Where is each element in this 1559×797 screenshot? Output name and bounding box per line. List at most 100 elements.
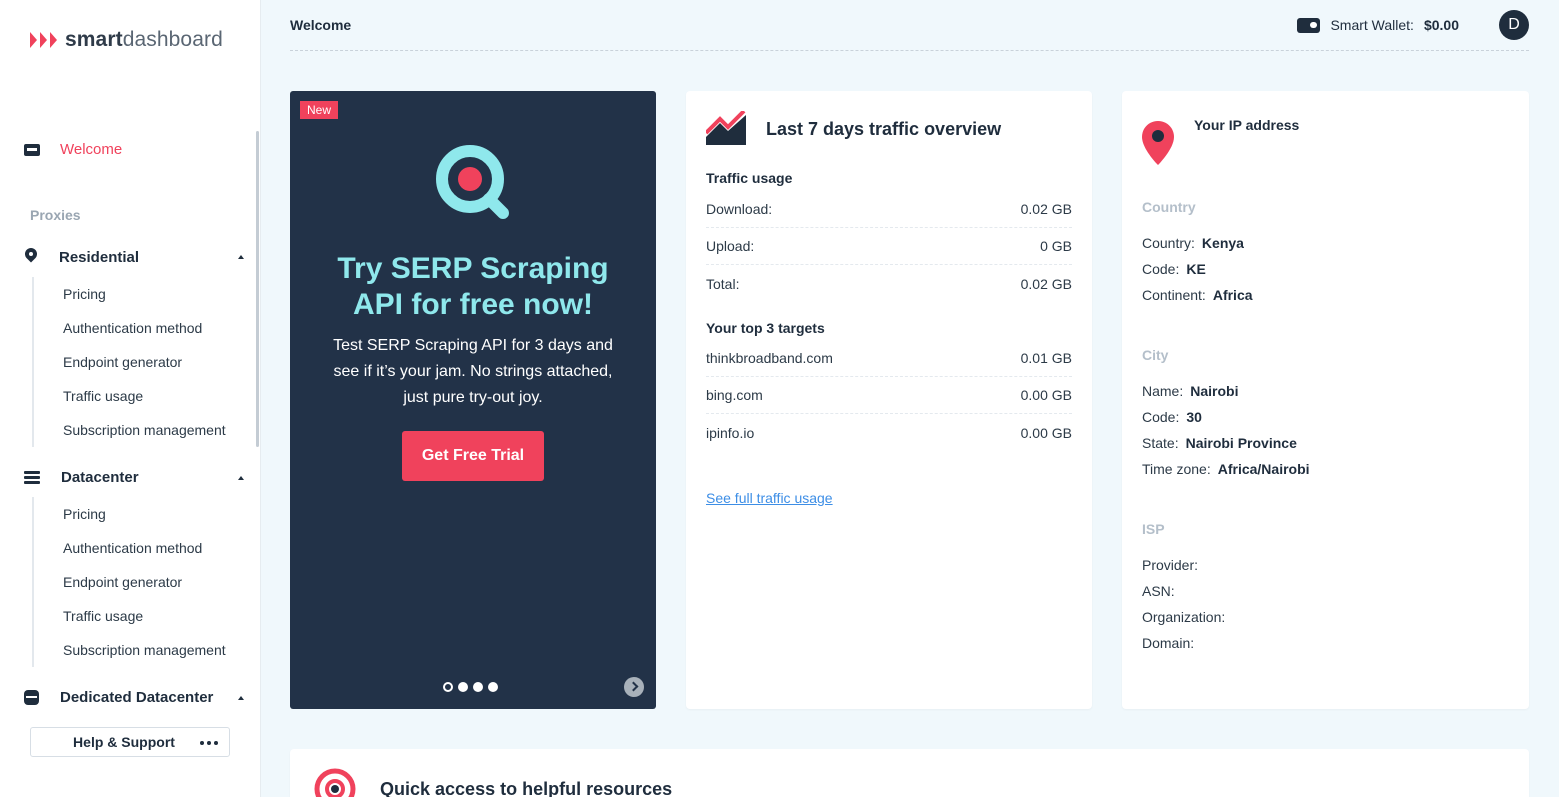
more-options-icon[interactable] bbox=[200, 741, 218, 745]
ip-timezone-row: Time zone: Africa/Nairobi bbox=[1142, 461, 1310, 477]
row-value: 0.02 GB bbox=[1020, 275, 1072, 292]
list-item: thinkbroadband.com 0.01 GB bbox=[706, 340, 1072, 377]
traffic-card-title: Last 7 days traffic overview bbox=[766, 119, 1002, 139]
caret-up-icon bbox=[238, 475, 244, 480]
row-label: Time zone: bbox=[1142, 461, 1211, 477]
carousel-dot[interactable] bbox=[443, 682, 453, 692]
ip-domain-row: Domain: bbox=[1142, 635, 1201, 651]
quick-access-card: Quick access to helpful resources bbox=[290, 749, 1529, 797]
top-targets-heading: Your top 3 targets bbox=[706, 320, 825, 336]
row-value: Nairobi bbox=[1190, 383, 1239, 399]
ip-country-row: Country: Kenya bbox=[1142, 235, 1244, 251]
ip-continent-row: Continent: Africa bbox=[1142, 287, 1253, 303]
dashboard-card-icon bbox=[24, 143, 40, 156]
logo-mark-icon bbox=[30, 32, 57, 48]
row-label: thinkbroadband.com bbox=[706, 350, 833, 366]
sidebar: smartdashboard Welcome Proxies Residenti… bbox=[0, 0, 261, 797]
sidebar-item-residential-authentication[interactable]: Authentication method bbox=[34, 311, 242, 345]
sidebar-item-datacenter-authentication[interactable]: Authentication method bbox=[34, 531, 242, 565]
top-targets-list: thinkbroadband.com 0.01 GB bing.com 0.00 G… bbox=[706, 340, 1072, 451]
row-value: 30 bbox=[1186, 409, 1202, 425]
row-label: Provider: bbox=[1142, 557, 1199, 573]
logo-text-bold: smart bbox=[65, 28, 123, 51]
row-value: 0.02 GB bbox=[1020, 201, 1072, 217]
ip-address-card: Your IP address Country Country: Kenya Co… bbox=[1122, 91, 1529, 709]
list-item: Upload: 0 GB bbox=[706, 228, 1072, 265]
traffic-usage-heading: Traffic usage bbox=[706, 170, 793, 186]
sidebar-scrollbar[interactable] bbox=[256, 131, 259, 447]
row-value: Africa bbox=[1212, 287, 1253, 303]
row-value: KE bbox=[1186, 261, 1206, 277]
traffic-overview-card: Last 7 days traffic overview Traffic usa… bbox=[686, 91, 1092, 709]
sidebar-group-residential[interactable]: Residential bbox=[24, 248, 244, 266]
sidebar-item-datacenter-subscription[interactable]: Subscription management bbox=[34, 633, 242, 667]
serp-magnifier-icon bbox=[436, 145, 509, 219]
row-value: Nairobi Province bbox=[1185, 435, 1297, 451]
sidebar-item-residential-endpoint-generator[interactable]: Endpoint generator bbox=[34, 345, 242, 379]
row-label: ASN: bbox=[1142, 583, 1175, 599]
row-label: Domain: bbox=[1142, 635, 1195, 651]
row-label: ipinfo.io bbox=[706, 424, 755, 441]
sidebar-item-datacenter-endpoint-generator[interactable]: Endpoint generator bbox=[34, 565, 242, 599]
sidebar-group-label: Dedicated Datacenter bbox=[60, 689, 214, 706]
isp-heading: ISP bbox=[1142, 521, 1165, 537]
row-value: 0.00 GB bbox=[1020, 387, 1072, 403]
new-badge: New bbox=[300, 101, 339, 119]
row-label: Total: bbox=[706, 275, 740, 292]
nav-section-title: Proxies bbox=[30, 207, 81, 223]
row-value: 0 GB bbox=[1040, 238, 1072, 254]
list-item: Total: 0.02 GB bbox=[706, 265, 1072, 302]
smart-wallet[interactable]: Smart Wallet: $0.00 bbox=[1297, 17, 1459, 33]
caret-up-icon bbox=[238, 255, 244, 259]
ip-asn-row: ASN: bbox=[1142, 583, 1182, 599]
ip-city-code-row: Code: 30 bbox=[1142, 409, 1202, 425]
database-icon bbox=[24, 690, 39, 705]
carousel-dot[interactable] bbox=[473, 682, 483, 692]
row-label: Code: bbox=[1142, 261, 1180, 277]
sidebar-item-residential-traffic-usage[interactable]: Traffic usage bbox=[34, 379, 242, 413]
quick-access-title: Quick access to helpful resources bbox=[380, 779, 673, 797]
row-label: bing.com bbox=[706, 387, 763, 403]
sidebar-item-welcome[interactable]: Welcome bbox=[24, 141, 122, 158]
carousel-next-icon[interactable] bbox=[624, 677, 644, 697]
avatar[interactable]: D bbox=[1499, 10, 1529, 40]
ip-state-row: State: Nairobi Province bbox=[1142, 435, 1297, 451]
traffic-usage-list: Download: 0.02 GB Upload: 0 GB Total: 0.02 … bbox=[706, 191, 1072, 302]
help-support-label: Help & Support bbox=[73, 734, 175, 750]
row-label: Organization: bbox=[1142, 609, 1226, 625]
sidebar-item-label: Welcome bbox=[60, 141, 123, 158]
sidebar-item-datacenter-pricing[interactable]: Pricing bbox=[34, 497, 242, 531]
carousel-dots bbox=[443, 682, 498, 692]
list-item: Download: 0.02 GB bbox=[706, 191, 1072, 228]
sidebar-item-residential-pricing[interactable]: Pricing bbox=[34, 277, 242, 311]
list-item: bing.com 0.00 GB bbox=[706, 377, 1072, 414]
list-item: ipinfo.io 0.00 GB bbox=[706, 414, 1072, 451]
sidebar-group-datacenter[interactable]: Datacenter bbox=[24, 469, 244, 486]
promo-description: Test SERP Scraping API for 3 days and se… bbox=[333, 337, 613, 406]
ip-organization-row: Organization: bbox=[1142, 609, 1232, 625]
residential-submenu: Pricing Authentication method Endpoint g… bbox=[32, 277, 242, 447]
ip-provider-row: Provider: bbox=[1142, 557, 1205, 573]
caret-up-icon bbox=[238, 695, 244, 700]
datacenter-submenu: Pricing Authentication method Endpoint g… bbox=[32, 497, 242, 667]
logo[interactable]: smartdashboard bbox=[30, 28, 223, 52]
row-value: 0.01 GB bbox=[1020, 350, 1072, 366]
sidebar-item-datacenter-traffic-usage[interactable]: Traffic usage bbox=[34, 599, 242, 633]
sidebar-group-label: Datacenter bbox=[61, 469, 139, 486]
ip-country-code-row: Code: KE bbox=[1142, 261, 1206, 277]
row-label: Name: bbox=[1142, 383, 1184, 399]
row-value: Kenya bbox=[1201, 235, 1244, 251]
carousel-dot[interactable] bbox=[488, 682, 498, 692]
row-value: Africa/Nairobi bbox=[1217, 461, 1310, 477]
get-free-trial-button[interactable]: Get Free Trial bbox=[402, 431, 544, 481]
sidebar-item-residential-subscription[interactable]: Subscription management bbox=[34, 413, 242, 447]
carousel-dot[interactable] bbox=[458, 682, 468, 692]
target-icon bbox=[314, 768, 356, 797]
help-support-button[interactable]: Help & Support bbox=[30, 727, 230, 757]
row-label: Download: bbox=[706, 201, 773, 217]
see-full-traffic-link[interactable]: See full traffic usage bbox=[706, 490, 833, 506]
promo-title: Try SERP Scraping API for free now! bbox=[337, 252, 609, 321]
logo-text-light: dashboard bbox=[122, 28, 223, 51]
sidebar-group-dedicated-datacenter[interactable]: Dedicated Datacenter bbox=[24, 689, 244, 706]
trend-chart-icon bbox=[706, 111, 746, 145]
